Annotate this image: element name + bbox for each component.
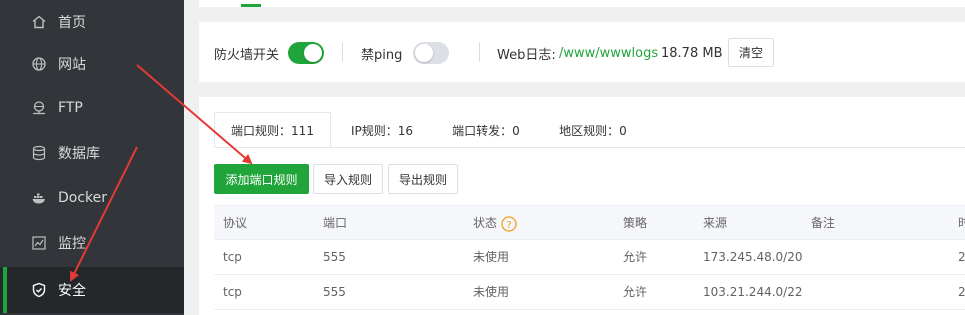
- cell-time: 2: [958, 285, 965, 299]
- ftp-icon: [31, 100, 47, 116]
- sidebar-item-home[interactable]: 首页: [0, 0, 184, 44]
- sidebar-item-monitor[interactable]: 监控: [0, 221, 184, 265]
- port-rules-table: 协议 端口 状态? 策略 来源 备注 时 tcp 555 未使用 允许 173.…: [214, 205, 965, 310]
- clear-log-button[interactable]: 清空: [728, 38, 774, 67]
- shield-icon: [31, 282, 47, 298]
- sidebar-item-website[interactable]: 网站: [0, 42, 184, 86]
- tab-region-rules[interactable]: 地区规则：0: [545, 112, 641, 148]
- table-row[interactable]: tcp 555 未使用 允许 103.21.244.0/22 2: [214, 275, 965, 310]
- cell-port: 555: [323, 285, 346, 299]
- sidebar: 首页 网站 FTP 数据库 Docker 监控 安全: [0, 0, 184, 315]
- cell-status: 未使用: [473, 250, 510, 264]
- cell-policy[interactable]: 允许: [623, 275, 647, 309]
- column-header-status: 状态?: [473, 206, 517, 240]
- column-header-policy: 策略: [623, 216, 648, 230]
- cell-policy[interactable]: 允许: [623, 240, 647, 274]
- weblog-label: Web日志:: [497, 47, 556, 63]
- firewall-toggle[interactable]: [288, 42, 324, 64]
- ping-toggle[interactable]: [413, 42, 449, 64]
- cell-source: 103.21.244.0/22: [703, 285, 803, 299]
- cell-source: 173.245.48.0/20: [703, 250, 803, 264]
- export-rules-button[interactable]: 导出规则: [388, 164, 458, 194]
- tabs-divider: [214, 147, 965, 148]
- sidebar-item-label: 监控: [58, 236, 86, 252]
- tab-port-rules[interactable]: 端口规则：111: [214, 112, 331, 148]
- top-tab-strip: [199, 0, 965, 7]
- sidebar-item-label: Docker: [58, 190, 108, 206]
- tab-port-forwarding[interactable]: 端口转发：0: [437, 112, 535, 148]
- ping-label: 禁ping: [361, 47, 403, 63]
- sidebar-item-docker[interactable]: Docker: [0, 176, 184, 220]
- column-header-remark: 备注: [811, 216, 836, 230]
- rules-panel: 端口规则：111 IP规则：16 端口转发：0 地区规则：0 添加端口规则 导入…: [199, 97, 965, 315]
- add-port-rule-button[interactable]: 添加端口规则: [214, 164, 309, 194]
- sidebar-item-label: 网站: [58, 57, 86, 73]
- sidebar-item-label: 首页: [58, 15, 86, 31]
- firewall-label: 防火墙开关: [214, 47, 280, 63]
- weblog-path-link[interactable]: /www/wwwlogs: [559, 23, 658, 83]
- column-header-source: 来源: [703, 216, 728, 230]
- globe-icon: [31, 56, 47, 72]
- monitor-icon: [31, 235, 47, 251]
- tab-ip-rules[interactable]: IP规则：16: [337, 112, 427, 148]
- column-header-time: 时: [958, 216, 965, 230]
- database-icon: [31, 145, 47, 161]
- column-header-status-label: 状态: [473, 216, 498, 230]
- table-header-row: 协议 端口 状态? 策略 来源 备注 时: [214, 205, 965, 240]
- sidebar-item-label: 安全: [58, 283, 86, 299]
- cell-protocol: tcp: [223, 250, 242, 264]
- svg-text:?: ?: [506, 219, 511, 230]
- firewall-settings-bar: 防火墙开关 禁ping Web日志: /www/wwwlogs 18.78 MB…: [199, 22, 965, 82]
- sidebar-item-label: 数据库: [58, 146, 100, 162]
- docker-icon: [31, 190, 47, 206]
- sidebar-item-database[interactable]: 数据库: [0, 131, 184, 175]
- cell-protocol: tcp: [223, 285, 242, 299]
- divider: [342, 42, 343, 62]
- sidebar-item-security[interactable]: 安全: [0, 267, 184, 313]
- cell-port: 555: [323, 250, 346, 264]
- column-header-protocol: 协议: [223, 216, 248, 230]
- divider: [479, 42, 480, 62]
- sidebar-item-ftp[interactable]: FTP: [0, 86, 184, 130]
- active-tab-indicator: [241, 4, 261, 7]
- toggle-knob: [415, 44, 433, 62]
- table-row[interactable]: tcp 555 未使用 允许 173.245.48.0/20 2: [214, 240, 965, 275]
- cell-time: 2: [958, 250, 965, 264]
- import-rules-button[interactable]: 导入规则: [313, 164, 383, 194]
- cell-status: 未使用: [473, 285, 510, 299]
- toggle-knob: [304, 44, 322, 62]
- home-icon: [31, 14, 47, 30]
- weblog-size: 18.78 MB: [661, 45, 723, 61]
- column-header-port: 端口: [323, 216, 348, 230]
- sidebar-item-label: FTP: [58, 100, 83, 116]
- question-icon[interactable]: ?: [501, 215, 517, 232]
